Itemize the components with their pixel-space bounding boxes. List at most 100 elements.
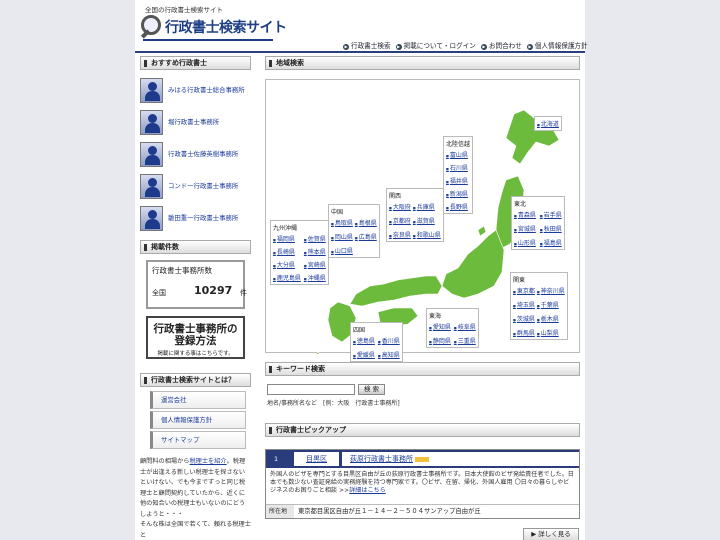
- about-heading: 行政書士検索サイトとは？: [140, 373, 251, 387]
- arrow-icon: ▶: [395, 44, 402, 50]
- pref-link[interactable]: 福島県: [540, 238, 562, 247]
- pref-link[interactable]: 青森県: [514, 210, 536, 219]
- pref-link[interactable]: 宮崎県: [304, 260, 326, 269]
- region-name: 東北: [514, 201, 527, 208]
- pref-link[interactable]: 沖縄県: [304, 273, 326, 282]
- pref-link[interactable]: 東京都: [513, 286, 535, 295]
- recommend-item[interactable]: 堀行政書士事務所: [140, 106, 251, 138]
- main-content: 地域検索 ■ 北海道 北陸信越 ■ 富山県 ■ 石川県 ■ 福井県 ■ 新潟県 …: [265, 56, 580, 540]
- recommend-link[interactable]: みはる行政書士総合事務所: [168, 86, 246, 95]
- about-link-sitemap[interactable]: サイトマップ: [150, 431, 246, 449]
- pref-link[interactable]: 和歌山県: [413, 230, 441, 239]
- nav-privacy[interactable]: ▶ 個人情報保護方針: [526, 40, 588, 50]
- pref-link[interactable]: 福井県: [446, 176, 470, 185]
- avatar-icon: [140, 141, 163, 167]
- pickup-address-row: 所在地 東京都目黒区自由が丘１－１４－２－５０４サンアップ自由が丘: [266, 504, 579, 518]
- pref-link[interactable]: 高知県: [378, 350, 400, 359]
- pref-link[interactable]: 島根県: [355, 218, 377, 227]
- pickup-ward-link[interactable]: 目黒区: [294, 452, 339, 466]
- area-search-heading: 地域検索: [265, 56, 580, 70]
- japan-map: 北海道 北陸信越 富山県 石川県 福井県 新潟県 長野県 東北 青森県 岩手県: [265, 79, 580, 362]
- pref-link[interactable]: 栃木県: [537, 314, 565, 323]
- pickup-header: 1 目黒区 荻原行政書士事務所: [266, 450, 579, 468]
- tax-advisor-link[interactable]: 税理士を紹介: [190, 458, 227, 465]
- nav-contact[interactable]: ▶ お問合わせ: [480, 40, 522, 50]
- about-link-privacy[interactable]: 個人情報保護方針: [150, 411, 246, 429]
- keyword-input[interactable]: [267, 384, 355, 395]
- detail-button[interactable]: ▶ 詳しく見る: [523, 528, 579, 540]
- pref-link[interactable]: 静岡県: [429, 336, 451, 345]
- avatar-icon: [140, 109, 163, 135]
- pref-link[interactable]: 神奈川県: [537, 286, 565, 295]
- pref-link[interactable]: 大阪府: [389, 202, 411, 211]
- pref-link[interactable]: 埼玉県: [513, 300, 535, 309]
- pref-link[interactable]: 大分県: [273, 260, 301, 269]
- pref-link[interactable]: 奈良県: [389, 230, 411, 239]
- pickup-office[interactable]: 荻原行政書士事務所: [342, 452, 579, 466]
- search-button[interactable]: 検 索: [358, 384, 385, 395]
- pref-link[interactable]: 山形県: [514, 238, 536, 247]
- recommend-item[interactable]: 行政書士佐藤英樹事務所: [140, 138, 251, 170]
- pickup-heading: 行政書士ピックアップ: [265, 423, 580, 437]
- arrow-icon: ▶: [526, 44, 533, 50]
- recommend-link[interactable]: 雛田重一行政書士事務所: [168, 214, 246, 223]
- register-banner[interactable]: 行政書士事務所の 登録方法 掲載に関する事はこちらです。: [146, 316, 245, 359]
- pref-link[interactable]: 佐賀県: [304, 234, 326, 243]
- pickup-detail-link[interactable]: 詳細はこちら: [349, 487, 386, 494]
- pref-link[interactable]: 宮城県: [514, 224, 536, 233]
- pref-link[interactable]: 岡山県: [331, 232, 353, 241]
- recommend-item[interactable]: コンドー行政書士事務所: [140, 170, 251, 202]
- pref-link[interactable]: 京都府: [389, 216, 411, 225]
- region-name: 関西: [389, 193, 402, 200]
- pref-link[interactable]: 岩手県: [540, 210, 562, 219]
- pref-link[interactable]: 愛知県: [429, 322, 451, 331]
- recommend-item[interactable]: 雛田重一行政書士事務所: [140, 202, 251, 234]
- region-name: 中国: [331, 209, 344, 216]
- arrow-icon: ▶: [480, 44, 487, 50]
- pref-link[interactable]: 長野県: [446, 202, 470, 211]
- pref-link[interactable]: 千葉県: [537, 300, 565, 309]
- header-bar: [135, 51, 585, 53]
- pickup-description: 外国人のビザを専門とする目黒区自由が丘の荻原行政書士事務所です。日本大使館のビザ…: [270, 471, 574, 494]
- pref-link[interactable]: 鳥取県: [331, 218, 353, 227]
- pref-link[interactable]: 群馬県: [513, 328, 535, 337]
- recommend-link[interactable]: コンドー行政書士事務所: [168, 182, 246, 191]
- pref-link[interactable]: 山梨県: [537, 328, 565, 337]
- nav-search[interactable]: ▶ 行政書士検索: [343, 40, 391, 50]
- logo-text: 行政書士検索サイト: [165, 20, 287, 36]
- pref-link[interactable]: 福岡県: [273, 234, 301, 243]
- count-unit: 件: [240, 289, 247, 297]
- pref-link[interactable]: 熊本県: [304, 247, 326, 256]
- pref-link[interactable]: 三重県: [454, 336, 476, 345]
- pref-link[interactable]: 石川県: [446, 163, 470, 172]
- pref-link[interactable]: 徳島県: [353, 336, 375, 345]
- recommend-item[interactable]: みはる行政書士総合事務所: [140, 74, 251, 106]
- pref-link[interactable]: 山口県: [331, 246, 353, 255]
- pref-link[interactable]: 香川県: [378, 336, 400, 345]
- pickup-office-link[interactable]: 荻原行政書士事務所: [350, 455, 413, 463]
- region-hokkaido: 北海道: [534, 116, 562, 131]
- pref-link[interactable]: 兵庫県: [413, 202, 441, 211]
- pref-link[interactable]: 長崎県: [273, 247, 301, 256]
- pref-link[interactable]: 茨城県: [513, 314, 535, 323]
- pref-link[interactable]: 愛媛県: [353, 350, 375, 359]
- about-link-company[interactable]: 運営会社: [150, 391, 246, 409]
- recommend-link[interactable]: 堀行政書士事務所: [168, 118, 246, 127]
- recommend-link[interactable]: 行政書士佐藤英樹事務所: [168, 150, 246, 159]
- recommend-heading: おすすめ行政書士: [140, 56, 251, 70]
- pref-link[interactable]: 富山県: [446, 150, 470, 159]
- address-label: 所在地: [266, 505, 294, 518]
- nav-listing-login[interactable]: ▶ 掲載について・ログイン: [395, 40, 476, 50]
- pref-link[interactable]: 広島県: [355, 232, 377, 241]
- pref-link[interactable]: 北海道: [537, 119, 559, 128]
- site-logo[interactable]: 行政書士検索サイト: [139, 12, 287, 46]
- pref-link[interactable]: 鹿児島県: [273, 273, 301, 282]
- region-kyushu-okinawa: 九州沖縄 福岡県 佐賀県 長崎県 熊本県 大分県 宮崎県 鹿児島県 沖縄県: [270, 220, 329, 285]
- address-value: 東京都目黒区自由が丘１－１４－２－５０４サンアップ自由が丘: [298, 508, 481, 515]
- region-tokai: 東海 愛知県 岐阜県 静岡県 三重県: [426, 308, 479, 348]
- sidebar: おすすめ行政書士 みはる行政書士総合事務所 堀行政書士事務所 行政書士佐藤英樹事…: [140, 56, 251, 540]
- pref-link[interactable]: 滋賀県: [413, 216, 441, 225]
- pref-link[interactable]: 岐阜県: [454, 322, 476, 331]
- pref-link[interactable]: 新潟県: [446, 189, 470, 198]
- pref-link[interactable]: 秋田県: [540, 224, 562, 233]
